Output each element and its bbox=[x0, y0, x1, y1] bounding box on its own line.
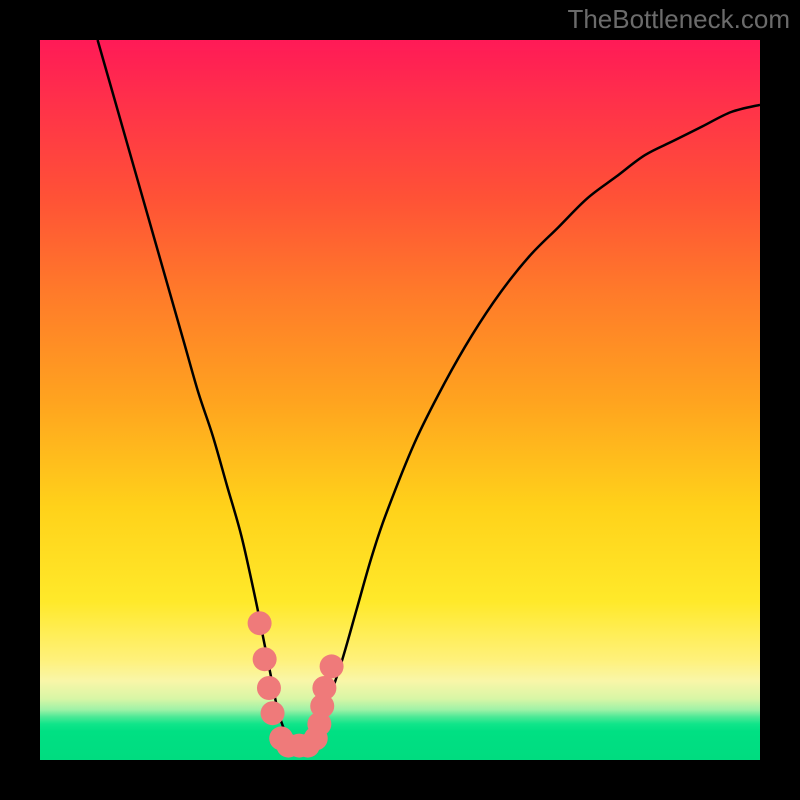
marker-point bbox=[312, 676, 336, 700]
watermark-text: TheBottleneck.com bbox=[567, 4, 790, 35]
markers-group bbox=[248, 611, 344, 757]
marker-point bbox=[248, 611, 272, 635]
marker-point bbox=[261, 701, 285, 725]
plot-area bbox=[40, 40, 760, 760]
marker-point bbox=[257, 676, 281, 700]
marker-point bbox=[253, 647, 277, 671]
bottleneck-curve bbox=[98, 40, 760, 747]
marker-point bbox=[320, 654, 344, 678]
curve-layer bbox=[40, 40, 760, 760]
chart-frame: TheBottleneck.com bbox=[0, 0, 800, 800]
